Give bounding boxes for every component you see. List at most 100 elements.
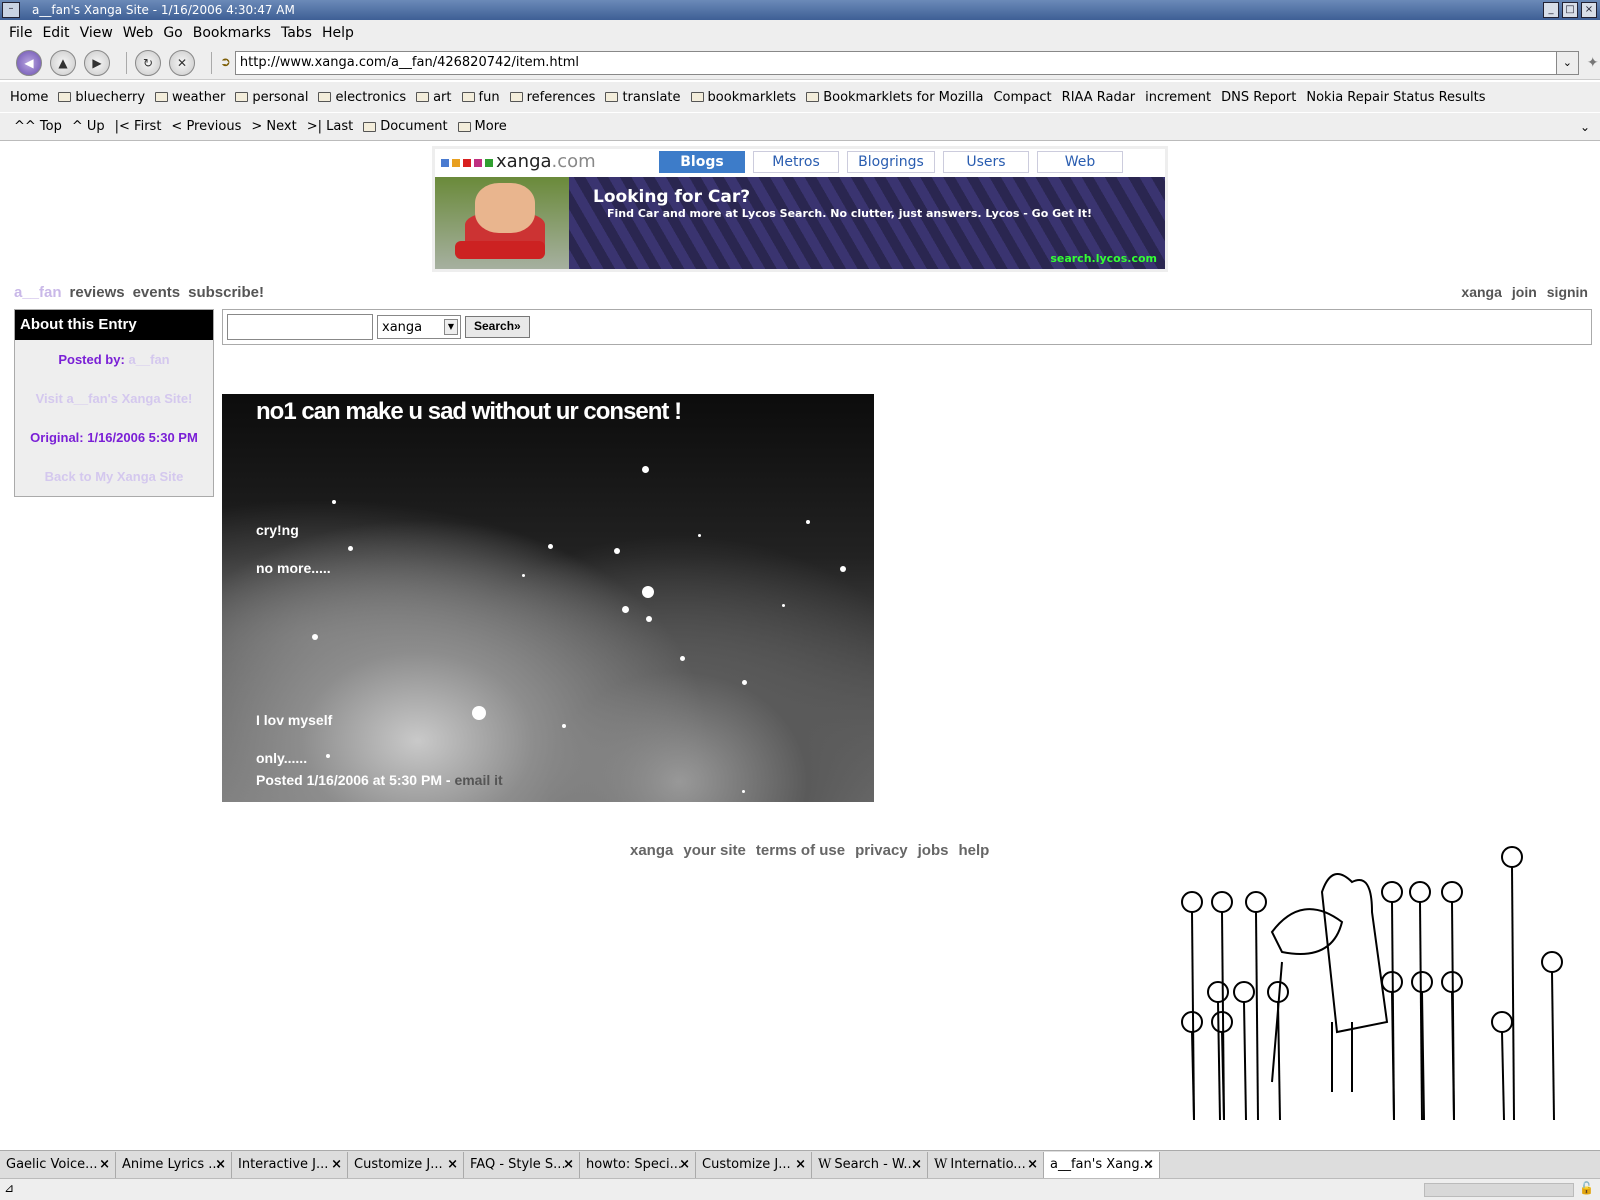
snowflake: [742, 680, 747, 685]
bookmark-item[interactable]: fun: [461, 90, 500, 105]
close-tab-icon[interactable]: ×: [331, 1157, 342, 1172]
window-menu-button[interactable]: –: [2, 2, 20, 18]
site-nav-item[interactable]: ^ Up: [72, 119, 105, 134]
site-nav-item[interactable]: More: [457, 119, 507, 134]
bookmark-item[interactable]: references: [509, 90, 595, 105]
browser-tab[interactable]: W Internatio... ×: [928, 1151, 1044, 1178]
close-tab-icon[interactable]: ×: [911, 1157, 922, 1172]
site-nav-item[interactable]: ^^ Top: [14, 119, 62, 134]
browser-tab[interactable]: FAQ - Style S... ×: [464, 1151, 580, 1178]
close-tab-icon[interactable]: ×: [447, 1157, 458, 1172]
bookmark-item[interactable]: Home: [10, 90, 48, 105]
logo-square: [463, 159, 471, 167]
bookmark-item[interactable]: bluecherry: [58, 90, 145, 105]
browser-tab[interactable]: Anime Lyrics ... ×: [116, 1151, 232, 1178]
chevron-down-icon[interactable]: ⌄: [1580, 120, 1590, 134]
tab-users[interactable]: Users: [943, 151, 1029, 173]
forward-button[interactable]: ▶: [84, 49, 110, 76]
maximize-button[interactable]: □: [1562, 2, 1578, 18]
topnav-link-events[interactable]: events: [133, 284, 181, 301]
close-tab-icon[interactable]: ×: [1027, 1157, 1038, 1172]
reload-button[interactable]: ↻: [135, 49, 161, 76]
bookmark-item[interactable]: increment: [1145, 90, 1211, 105]
menu-tabs[interactable]: Tabs: [281, 25, 312, 41]
email-it-link[interactable]: email it: [454, 772, 502, 788]
entry-line: only......: [256, 750, 308, 766]
browser-tab[interactable]: Interactive J... ×: [232, 1151, 348, 1178]
back-button[interactable]: ◀: [16, 49, 42, 76]
stop-button[interactable]: ✕: [169, 49, 195, 76]
tab-metros[interactable]: Metros: [753, 151, 839, 173]
close-tab-icon[interactable]: ×: [563, 1157, 574, 1172]
minimize-button[interactable]: _: [1543, 2, 1559, 18]
close-tab-icon[interactable]: ×: [215, 1157, 226, 1172]
site-nav-item[interactable]: |< First: [115, 119, 162, 134]
toolbar-separator: [211, 51, 212, 74]
footer-links: xanga your site terms of use privacy jobs hel…: [630, 842, 999, 859]
site-nav-item[interactable]: Document: [363, 119, 448, 134]
posted-by-user-link[interactable]: a__fan: [128, 352, 169, 367]
topnav-link-reviews[interactable]: reviews: [70, 284, 125, 301]
back-to-site-link[interactable]: Back to My Xanga Site: [45, 469, 184, 484]
tab-web[interactable]: Web: [1037, 151, 1123, 173]
footer-link[interactable]: xanga: [630, 842, 673, 859]
user-link[interactable]: a__fan: [14, 284, 62, 301]
menu-edit[interactable]: Edit: [42, 25, 69, 41]
home-button[interactable]: ▲: [50, 49, 76, 76]
url-bar[interactable]: http://www.xanga.com/a__fan/426820742/it…: [234, 50, 1557, 75]
bookmark-item[interactable]: translate: [605, 90, 681, 105]
menu-help[interactable]: Help: [322, 25, 354, 41]
bookmark-item[interactable]: Compact: [993, 90, 1051, 105]
menu-go[interactable]: Go: [163, 25, 182, 41]
snowflake: [614, 548, 620, 554]
topright-link-join[interactable]: join: [1512, 284, 1537, 300]
footer-link[interactable]: help: [958, 842, 989, 859]
bookmark-item[interactable]: art: [416, 90, 452, 105]
bookmark-item[interactable]: electronics: [318, 90, 406, 105]
topright-link-xanga[interactable]: xanga: [1461, 284, 1501, 300]
menu-bookmarks[interactable]: Bookmarks: [193, 25, 271, 41]
bookmark-item[interactable]: Bookmarklets for Mozilla: [806, 90, 983, 105]
search-input[interactable]: [227, 314, 373, 340]
bookmark-item[interactable]: RIAA Radar: [1062, 90, 1135, 105]
url-dropdown-button[interactable]: ⌄: [1556, 50, 1579, 75]
bookmark-item[interactable]: personal: [235, 90, 308, 105]
site-nav-item[interactable]: < Previous: [171, 119, 241, 134]
topright-link-signin[interactable]: signin: [1547, 284, 1588, 300]
tab-blogrings[interactable]: Blogrings: [847, 151, 935, 173]
browser-tab[interactable]: W Search - W... ×: [812, 1151, 928, 1178]
folder-icon: [457, 121, 471, 132]
search-button[interactable]: Search»: [465, 316, 530, 338]
close-window-button[interactable]: ×: [1581, 2, 1597, 18]
bookmark-item[interactable]: weather: [155, 90, 225, 105]
footer-link[interactable]: privacy: [855, 842, 908, 859]
browser-tab[interactable]: a__fan's Xang... ×: [1044, 1151, 1160, 1178]
bookmark-item[interactable]: bookmarklets: [690, 90, 796, 105]
close-tab-icon[interactable]: ×: [99, 1157, 110, 1172]
footer-link[interactable]: terms of use: [756, 842, 845, 859]
close-tab-icon[interactable]: ×: [679, 1157, 690, 1172]
visit-site-link[interactable]: Visit a__fan's Xanga Site!: [36, 391, 193, 406]
close-tab-icon[interactable]: ×: [1143, 1157, 1154, 1172]
search-scope-select[interactable]: xanga ▼: [377, 315, 461, 339]
xanga-logo[interactable]: xanga .com: [441, 151, 596, 172]
topnav-link-subscribe[interactable]: subscribe!: [188, 284, 264, 301]
browser-tab[interactable]: Customize J... ×: [696, 1151, 812, 1178]
footer-link[interactable]: your site: [683, 842, 746, 859]
flower-icon: [1233, 981, 1255, 1003]
tab-blogs[interactable]: Blogs: [659, 151, 745, 173]
site-nav-item[interactable]: > Next: [251, 119, 296, 134]
site-nav-item[interactable]: >| Last: [307, 119, 353, 134]
browser-tab[interactable]: Gaelic Voice... ×: [0, 1151, 116, 1178]
bookmark-item[interactable]: DNS Report: [1221, 90, 1296, 105]
browser-tab[interactable]: howto: Speci... ×: [580, 1151, 696, 1178]
footer-link[interactable]: jobs: [918, 842, 949, 859]
browser-tab[interactable]: Customize J... ×: [348, 1151, 464, 1178]
close-tab-icon[interactable]: ×: [795, 1157, 806, 1172]
bookmark-item[interactable]: Nokia Repair Status Results: [1306, 90, 1485, 105]
menu-web[interactable]: Web: [123, 25, 154, 41]
menu-file[interactable]: File: [9, 25, 32, 41]
menu-view[interactable]: View: [80, 25, 113, 41]
about-heading: About this Entry: [15, 310, 213, 340]
lycos-ad-banner[interactable]: Looking for Car? Find Car and more at Ly…: [435, 177, 1165, 269]
